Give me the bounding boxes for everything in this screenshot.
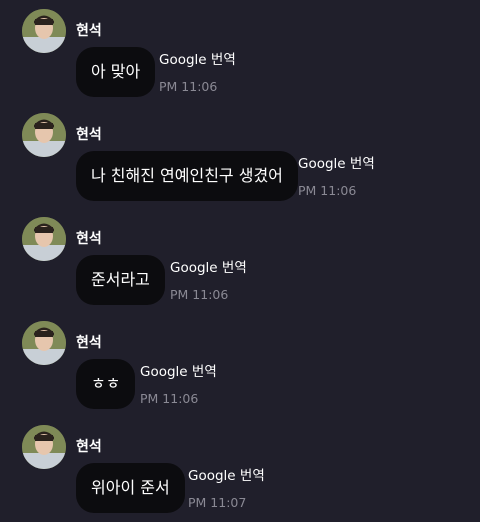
- google-translate-link[interactable]: Google 번역: [159, 51, 236, 69]
- message-row: 현석 나 친해진 연예인친구 생겼어 Google 번역 PM 11:06: [0, 104, 480, 208]
- google-translate-link[interactable]: Google 번역: [140, 363, 217, 381]
- message-timestamp: PM 11:06: [298, 183, 357, 198]
- sender-name: 현석: [76, 231, 102, 247]
- message-row: 현석 ㅎㅎ Google 번역 PM 11:06: [0, 312, 480, 416]
- avatar-image: [22, 321, 66, 365]
- message-timestamp: PM 11:06: [170, 287, 229, 302]
- google-translate-link[interactable]: Google 번역: [298, 155, 375, 173]
- sender-name: 현석: [76, 439, 102, 455]
- message-timestamp: PM 11:06: [159, 79, 218, 94]
- avatar-image: [22, 217, 66, 261]
- avatar[interactable]: [22, 425, 66, 469]
- message-bubble[interactable]: ㅎㅎ: [76, 359, 136, 409]
- message-row: 현석 위아이 준서 Google 번역 PM 11:07: [0, 416, 480, 520]
- sender-name: 현석: [76, 127, 102, 143]
- message-bubble[interactable]: 위아이 준서: [76, 463, 185, 513]
- message-timestamp: PM 11:06: [140, 391, 199, 406]
- google-translate-link[interactable]: Google 번역: [188, 467, 265, 485]
- message-bubble[interactable]: 아 맞아: [76, 47, 156, 97]
- avatar[interactable]: [22, 217, 66, 261]
- avatar-image: [22, 113, 66, 157]
- google-translate-link[interactable]: Google 번역: [170, 259, 247, 277]
- avatar-image: [22, 9, 66, 53]
- avatar[interactable]: [22, 321, 66, 365]
- message-row: 현석 준서라고 Google 번역 PM 11:06: [0, 208, 480, 312]
- message-bubble[interactable]: 나 친해진 연예인친구 생겼어: [76, 151, 298, 201]
- sender-name: 현석: [76, 335, 102, 351]
- message-bubble[interactable]: 준서라고: [76, 255, 165, 305]
- avatar[interactable]: [22, 9, 66, 53]
- message-row: 현석 아 맞아 Google 번역 PM 11:06: [0, 0, 480, 104]
- avatar-image: [22, 425, 66, 469]
- chat-area: 현석 아 맞아 Google 번역 PM 11:06 현석 나 친해진 연예인친…: [0, 0, 480, 522]
- message-timestamp: PM 11:07: [188, 495, 247, 510]
- sender-name: 현석: [76, 23, 102, 39]
- avatar[interactable]: [22, 113, 66, 157]
